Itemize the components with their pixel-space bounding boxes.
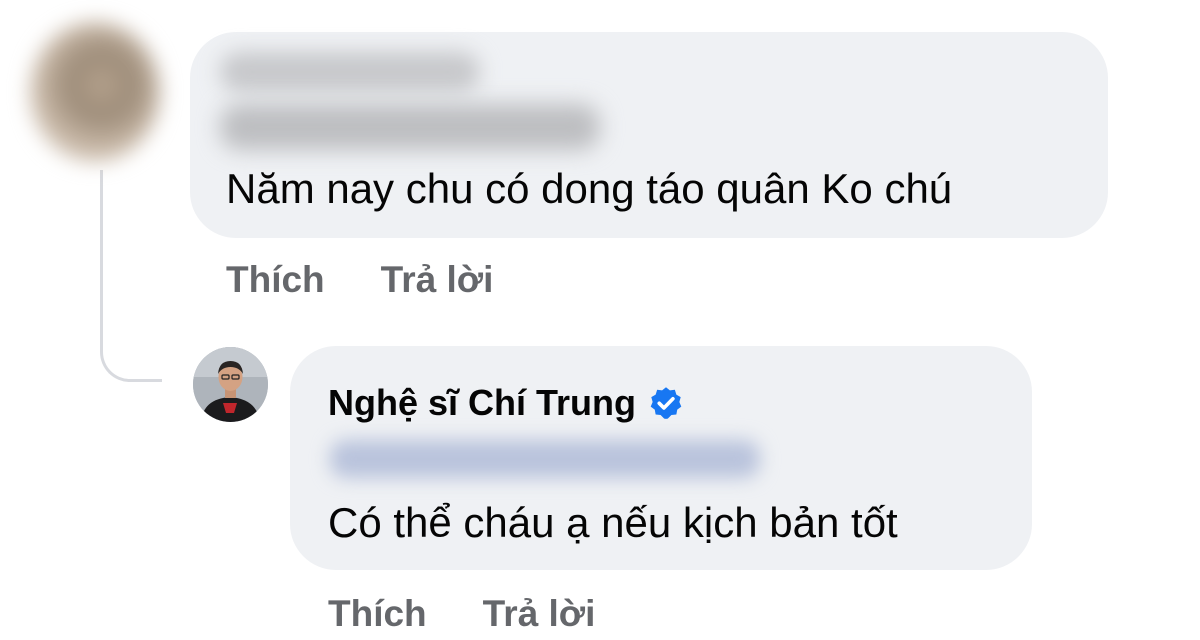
reply-button[interactable]: Trả lời xyxy=(381,258,494,302)
comment-text: Năm nay chu có dong táo quân Ko chú xyxy=(226,165,953,212)
reply-author-name[interactable]: Nghệ sĩ Chí Trung xyxy=(328,380,636,426)
like-button[interactable]: Thích xyxy=(226,258,325,302)
reply-author-avatar[interactable] xyxy=(193,347,268,422)
comment-line-blurred xyxy=(220,104,600,150)
commenter-avatar-blurred[interactable] xyxy=(30,22,160,162)
commenter-name-blurred[interactable] xyxy=(220,52,480,92)
reply-line-blurred xyxy=(330,440,760,478)
like-button[interactable]: Thích xyxy=(328,592,427,636)
thread-connector-line xyxy=(100,170,162,382)
comment-thread: Năm nay chu có dong táo quân Ko chú Thíc… xyxy=(0,0,1200,640)
verified-badge-icon xyxy=(650,387,682,419)
person-avatar-icon xyxy=(193,347,268,422)
reply-button[interactable]: Trả lời xyxy=(483,592,596,636)
reply-actions: Thích Trả lời xyxy=(328,592,595,636)
reply-author: Nghệ sĩ Chí Trung xyxy=(328,380,684,426)
reply-text: Có thể cháu ạ nếu kịch bản tốt xyxy=(328,499,898,546)
comment-actions: Thích Trả lời xyxy=(226,258,493,302)
